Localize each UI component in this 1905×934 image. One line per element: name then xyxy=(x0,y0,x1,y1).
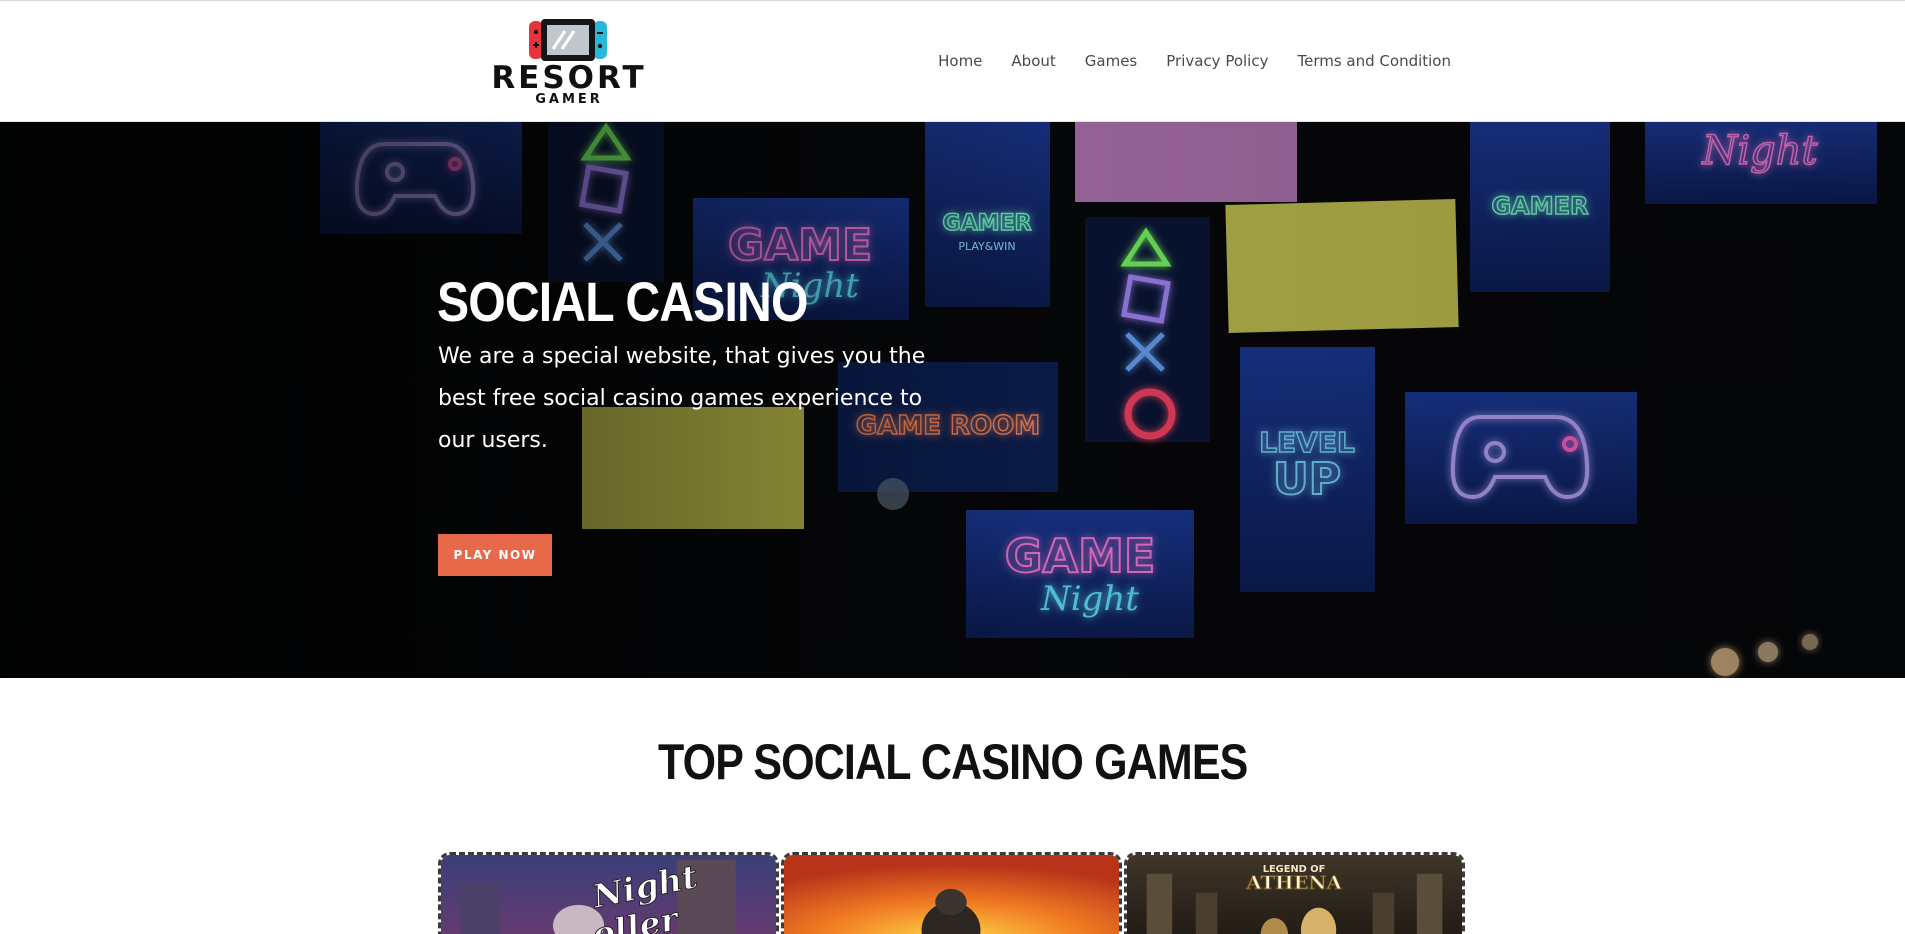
logo-wordmark: RESORT xyxy=(491,60,647,96)
nav-home[interactable]: Home xyxy=(938,49,982,73)
game-console-icon xyxy=(529,19,607,61)
night-roller-thumbnail: Night oller xyxy=(441,855,776,934)
games-section-title: TOP SOCIAL CASINO GAMES xyxy=(0,732,1905,792)
logo-subtitle: GAMER xyxy=(535,92,603,107)
nav-privacy-policy[interactable]: Privacy Policy xyxy=(1166,49,1268,73)
nav-about[interactable]: About xyxy=(1011,49,1055,73)
game-card-legend-of-athena[interactable]: LEGEND OF ATHENA xyxy=(1124,852,1465,934)
gorilla-game-thumbnail xyxy=(784,855,1119,934)
game-card-night-roller[interactable]: Night oller xyxy=(438,852,779,934)
game-card-gorilla[interactable] xyxy=(781,852,1122,934)
main-nav: Home About Games Privacy Policy Terms an… xyxy=(909,49,1451,73)
hero-description: We are a special website, that gives you… xyxy=(438,344,926,453)
site-logo[interactable]: RESORT GAMER xyxy=(482,17,656,107)
game-cards: Night oller LEGEND OF ATHENA xyxy=(438,852,1465,934)
hero-section: GAME Night GAMER PLAY&WIN GAME ROOM LEVE… xyxy=(0,122,1905,678)
games-section-title-text: TOP SOCIAL CASINO GAMES xyxy=(657,734,1248,790)
site-header: RESORT GAMER Home About Games Privacy Po… xyxy=(0,0,1905,122)
hero-title: SOCIAL CASINO xyxy=(437,270,808,333)
nav-games[interactable]: Games xyxy=(1085,49,1137,73)
play-now-button[interactable]: PLAY NOW xyxy=(438,534,552,576)
nav-terms-and-condition[interactable]: Terms and Condition xyxy=(1297,49,1451,73)
card-art-text-2: ATHENA xyxy=(1245,871,1343,893)
legend-of-athena-thumbnail: LEGEND OF ATHENA xyxy=(1127,855,1462,934)
